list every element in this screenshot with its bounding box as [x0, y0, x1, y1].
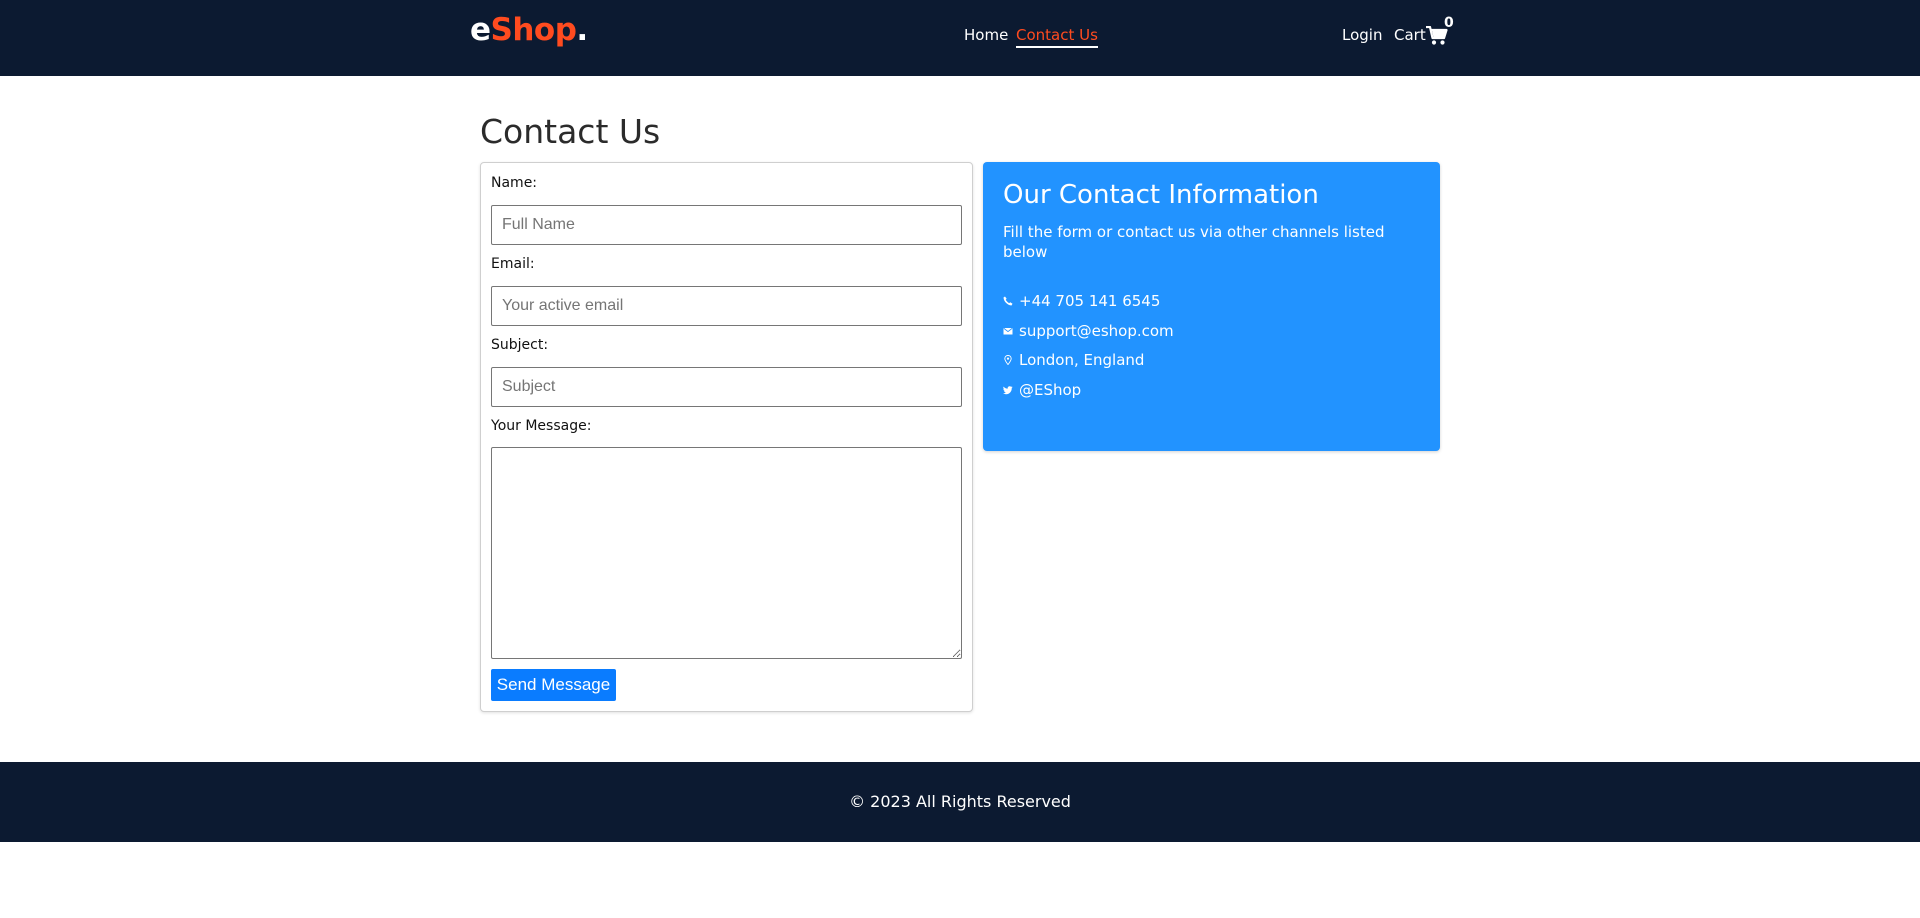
nav-cart-link[interactable]: Cart: [1394, 26, 1426, 46]
cart-count-badge: 0: [1444, 15, 1454, 31]
contact-twitter-text: @EShop: [1019, 381, 1082, 399]
contact-email-row: support@eshop.com: [1003, 320, 1174, 342]
contact-info-card: Our Contact Information Fill the form or…: [983, 162, 1440, 451]
nav-login-link[interactable]: Login: [1342, 26, 1382, 46]
contact-info-description: Fill the form or contact us via other ch…: [1003, 223, 1385, 261]
subject-label: Subject:: [491, 337, 549, 353]
nav-contact-link[interactable]: Contact Us: [1016, 26, 1098, 48]
contact-phone-row: +44 705 141 6545: [1003, 290, 1160, 312]
subject-input[interactable]: [491, 367, 962, 407]
contact-phone-text: +44 705 141 6545: [1019, 292, 1161, 310]
mail-icon: [1003, 327, 1013, 335]
email-input[interactable]: [491, 286, 962, 326]
message-textarea[interactable]: [491, 447, 962, 659]
contact-twitter-row: @EShop: [1003, 379, 1081, 401]
site-footer: © 2023 All Rights Reserved: [0, 762, 1920, 842]
name-label: Name:: [491, 175, 538, 191]
contact-info-title: Our Contact Information: [1003, 180, 1319, 210]
email-label: Email:: [491, 256, 535, 272]
send-message-button[interactable]: Send Message: [491, 669, 616, 701]
message-label: Your Message:: [491, 418, 592, 434]
page-title: Contact Us: [480, 112, 661, 151]
nav-home-link[interactable]: Home: [964, 26, 1008, 46]
twitter-icon: [1003, 386, 1013, 395]
location-icon: [1004, 355, 1012, 365]
main-nav: Home Contact Us Login Cart: [0, 26, 1920, 50]
footer-copyright: © 2023 All Rights Reserved: [849, 792, 1071, 811]
phone-icon: [1003, 296, 1013, 306]
name-input[interactable]: [491, 205, 962, 245]
top-navbar: eShop. Home Contact Us Login Cart 0: [0, 0, 1920, 76]
contact-location-row: London, England: [1003, 349, 1144, 371]
contact-form: Name: Email: Subject: Your Message: Send…: [480, 162, 973, 712]
contact-location-text: London, England: [1019, 351, 1145, 369]
contact-email-text: support@eshop.com: [1019, 322, 1174, 340]
